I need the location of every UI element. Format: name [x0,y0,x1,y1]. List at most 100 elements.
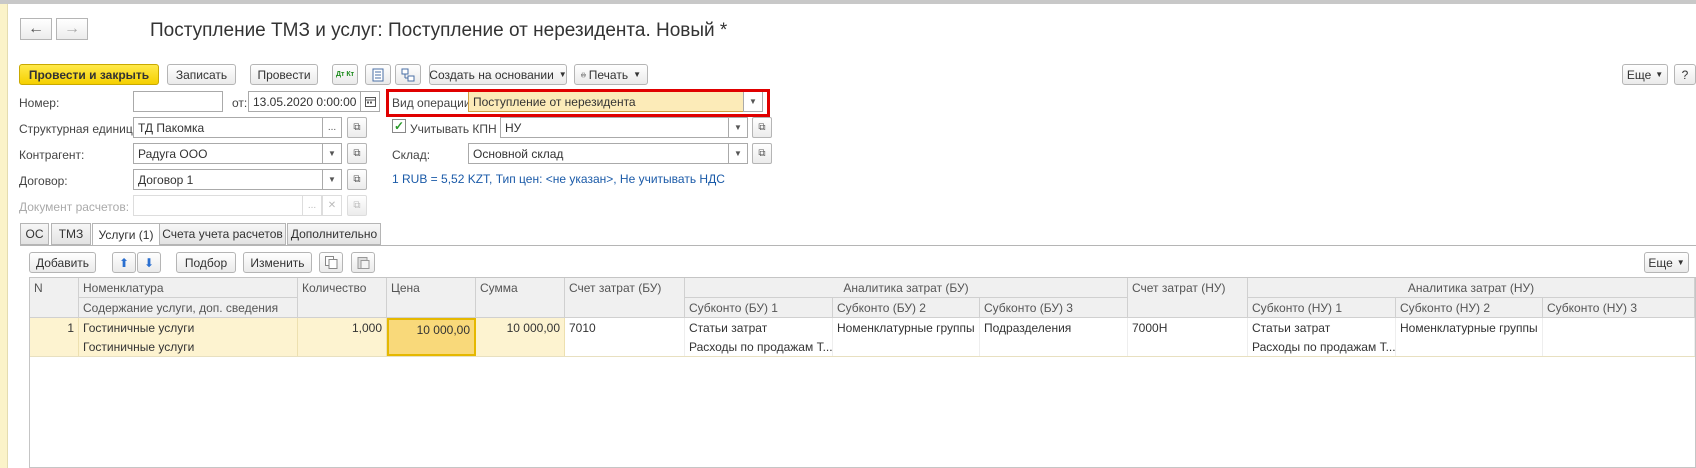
move-down-button[interactable]: ⬇ [137,252,161,273]
table-more-label: Еще [1648,255,1673,270]
document-list-button[interactable] [365,64,391,85]
col-header-sum[interactable]: Сумма [476,278,565,318]
col-header-analytics-nu[interactable]: Аналитика затрат (НУ) [1248,278,1695,298]
open-icon: ⧉ [353,174,361,185]
services-table[interactable]: N Номенклатура Содержание услуги, доп. с… [29,277,1696,468]
col-header-subconto-nu-2[interactable]: Субконто (НУ) 2 [1396,298,1543,318]
table-more-button[interactable]: Еще ▼ [1644,252,1689,273]
post-and-close-button[interactable]: Провести и закрыть [19,64,159,85]
more-button[interactable]: Еще ▼ [1622,64,1668,85]
cell-content[interactable]: Гостиничные услуги [79,337,298,356]
struct-unit-select-button[interactable]: ... [322,117,342,138]
move-up-button[interactable]: ⬆ [112,252,136,273]
cell-subconto-bu-1[interactable]: Статьи затрат [685,318,833,337]
date-field[interactable]: 13.05.2020 0:00:00 [248,91,361,112]
settlement-doc-field[interactable] [133,195,304,216]
col-header-content[interactable]: Содержание услуги, доп. сведения [79,298,298,318]
struct-unit-open-button[interactable]: ⧉ [347,117,367,138]
settlement-doc-clear-button[interactable]: ✕ [322,195,342,216]
tab-os[interactable]: ОС [20,223,49,245]
paste-icon [357,257,369,269]
cell-n[interactable]: 1 [30,318,79,356]
select-items-button[interactable]: Подбор [176,252,236,273]
cell-cost-account-nu[interactable]: 7000Н [1128,318,1248,356]
kpn-checkbox[interactable]: ✓ [392,119,406,133]
tab-settlement-accounts[interactable]: Счета учета расчетов [159,223,286,245]
settlement-doc-label: Документ расчетов: [19,200,130,214]
kpn-field[interactable]: НУ [500,117,730,138]
kpn-label: Учитывать КПН [410,122,497,136]
col-header-n[interactable]: N [30,278,79,318]
struct-unit-field[interactable]: ТД Пакомка [133,117,323,138]
settlement-doc-open-button[interactable]: ⧉ [347,195,367,216]
cell-subconto-nu-2[interactable]: Номенклатурные группы [1396,318,1543,356]
help-button[interactable]: ? [1674,64,1696,85]
col-header-price[interactable]: Цена [387,278,476,318]
col-header-subconto-bu-2[interactable]: Субконто (БУ) 2 [833,298,980,318]
warehouse-dropdown[interactable]: ▼ [728,143,748,164]
calendar-icon [364,97,376,107]
cell-subconto-nu-1-value[interactable]: Расходы по продажам Т... [1248,337,1396,356]
create-based-on-button[interactable]: Создать на основании ▼ [429,64,567,85]
cell-subconto-nu-1[interactable]: Статьи затрат [1248,318,1396,337]
cell-sum[interactable]: 10 000,00 [476,318,565,356]
exchange-rate-link[interactable]: 1 RUB = 5,52 KZT, Тип цен: <не указан>, … [392,172,725,186]
create-based-on-label: Создать на основании [429,67,554,82]
cell-nomenclature[interactable]: Гостиничные услуги [79,318,298,337]
col-header-nomenclature[interactable]: Номенклатура [79,278,298,298]
counterparty-dropdown[interactable]: ▼ [322,143,342,164]
kpn-dropdown[interactable]: ▼ [728,117,748,138]
col-header-subconto-bu-3[interactable]: Субконто (БУ) 3 [980,298,1128,318]
counterparty-open-button[interactable]: ⧉ [347,143,367,164]
checkmark-icon: ✓ [393,119,405,133]
arrow-up-icon: ⬆ [118,255,130,270]
contract-open-button[interactable]: ⧉ [347,169,367,190]
structure-button[interactable] [395,64,421,85]
cell-subconto-nu-3[interactable] [1543,318,1695,356]
forward-button[interactable]: → [56,18,88,40]
ellipsis-icon: ... [327,122,337,133]
col-header-cost-account-nu[interactable]: Счет затрат (НУ) [1128,278,1248,318]
number-field[interactable] [133,91,223,112]
cell-quantity[interactable]: 1,000 [298,318,387,356]
back-button[interactable]: ← [20,18,52,40]
chevron-down-icon: ▼ [734,149,742,158]
contract-dropdown[interactable]: ▼ [322,169,342,190]
print-button[interactable]: Печать ▼ [574,64,648,85]
tab-services[interactable]: Услуги (1) [92,223,160,246]
calendar-button[interactable] [360,91,380,112]
left-panel-strip [0,4,8,468]
add-row-button[interactable]: Добавить [29,252,96,273]
col-header-analytics-bu[interactable]: Аналитика затрат (БУ) [685,278,1128,298]
warehouse-field[interactable]: Основной склад [468,143,730,164]
col-header-quantity[interactable]: Количество [298,278,387,318]
cell-subconto-bu-1-value[interactable]: Расходы по продажам Т... [685,337,833,356]
cell-subconto-bu-3[interactable]: Подразделения [980,318,1128,356]
tab-tmz[interactable]: ТМЗ [51,223,91,245]
copy-icon [324,256,337,269]
copy-rows-button[interactable] [319,252,343,273]
counterparty-label: Контрагент: [19,148,85,162]
change-button[interactable]: Изменить [243,252,312,273]
warehouse-open-button[interactable]: ⧉ [752,143,772,164]
cell-price[interactable]: 10 000,00 [387,318,476,356]
col-header-subconto-nu-1[interactable]: Субконто (НУ) 1 [1248,298,1396,318]
col-header-subconto-nu-3[interactable]: Субконто (НУ) 3 [1543,298,1695,318]
post-button[interactable]: Провести [250,64,318,85]
settlement-doc-select-button[interactable]: ... [302,195,322,216]
save-button[interactable]: Записать [167,64,236,85]
contract-field[interactable]: Договор 1 [133,169,324,190]
col-header-cost-account-bu[interactable]: Счет затрат (БУ) [565,278,685,318]
arrow-down-icon: ⬇ [143,255,155,270]
cell-cost-account-bu[interactable]: 7010 [565,318,685,356]
counterparty-field[interactable]: Радуга ООО [133,143,324,164]
dtkt-report-button[interactable]: Дт Кт [332,64,358,85]
col-header-subconto-bu-1[interactable]: Субконто (БУ) 1 [685,298,833,318]
tab-additional[interactable]: Дополнительно [287,223,381,245]
date-from-label: от: [232,96,248,110]
row-divider [30,356,1695,357]
open-icon: ⧉ [758,122,766,133]
cell-subconto-bu-2[interactable]: Номенклатурные группы [833,318,980,356]
paste-rows-button[interactable] [351,252,375,273]
kpn-open-button[interactable]: ⧉ [752,117,772,138]
